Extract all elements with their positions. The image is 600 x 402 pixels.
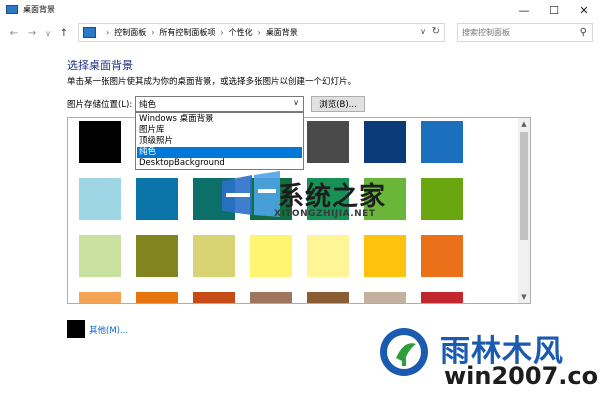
breadcrumb-separator: › — [257, 28, 261, 37]
dropdown-option-top-rated-photos[interactable]: 顶级照片 — [137, 136, 302, 147]
vertical-scrollbar[interactable]: ▲ ▼ — [518, 118, 530, 303]
color-swatch[interactable] — [421, 121, 463, 163]
yulinmufeng-watermark-url: win2007.com — [444, 362, 600, 390]
other-color-swatch[interactable] — [67, 320, 85, 338]
color-swatch[interactable] — [250, 235, 292, 277]
color-swatch[interactable] — [136, 178, 178, 220]
breadcrumb-all-items[interactable]: 所有控制面板项 — [159, 27, 215, 38]
browse-button[interactable]: 浏览(B)... — [311, 96, 365, 112]
color-swatch[interactable] — [250, 292, 292, 303]
refresh-icon[interactable]: ↻ — [432, 26, 440, 37]
breadcrumb-separator: › — [106, 28, 110, 37]
scroll-down-arrow-icon[interactable]: ▼ — [518, 291, 530, 303]
color-swatch[interactable] — [79, 121, 121, 163]
search-input[interactable] — [458, 24, 572, 41]
color-swatch[interactable] — [421, 178, 463, 220]
scrollbar-thumb[interactable] — [520, 132, 528, 240]
forward-arrow-icon[interactable]: → — [25, 26, 39, 40]
color-swatch[interactable] — [79, 235, 121, 277]
dropdown-option-solid-colors[interactable]: 纯色 — [137, 147, 302, 158]
breadcrumb-separator: › — [151, 28, 155, 37]
breadcrumb: › 控制面板 › 所有控制面板项 › 个性化 › 桌面背景 — [101, 27, 298, 38]
chevron-down-icon: ∨ — [293, 98, 299, 107]
picture-location-label: 图片存储位置(L): — [67, 100, 133, 110]
color-swatch[interactable] — [193, 292, 235, 303]
maximize-button[interactable]: ☐ — [539, 0, 569, 20]
breadcrumb-separator: › — [220, 28, 224, 37]
color-swatch[interactable] — [307, 292, 349, 303]
dropdown-option-windows-backgrounds[interactable]: Windows 桌面背景 — [137, 114, 302, 125]
page-title: 选择桌面背景 — [67, 59, 133, 72]
address-dropdown-icon[interactable]: ∨ — [420, 27, 426, 36]
picture-location-dropdown: Windows 桌面背景 图片库 顶级照片 纯色 DesktopBackgrou… — [135, 112, 304, 170]
picture-location-value: 纯色 — [139, 100, 157, 110]
breadcrumb-control-panel[interactable]: 控制面板 — [114, 27, 146, 38]
instructions-text: 单击某一张图片使其成为你的桌面背景，或选择多张图片以创建一个幻灯片。 — [67, 77, 357, 87]
dropdown-option-pictures-library[interactable]: 图片库 — [137, 125, 302, 136]
color-swatch[interactable] — [79, 178, 121, 220]
up-arrow-icon[interactable]: ↑ — [57, 26, 71, 40]
color-swatch[interactable] — [364, 292, 406, 303]
window-title: 桌面背景 — [23, 5, 55, 14]
search-icon[interactable]: ⚲ — [580, 27, 587, 38]
scroll-up-arrow-icon[interactable]: ▲ — [518, 118, 530, 130]
breadcrumb-desktop-background[interactable]: 桌面背景 — [266, 27, 298, 38]
color-swatch[interactable] — [136, 235, 178, 277]
address-bar[interactable]: › 控制面板 › 所有控制面板项 › 个性化 › 桌面背景 ∨ ↻ — [78, 23, 445, 42]
color-swatch[interactable] — [421, 292, 463, 303]
recent-locations-chevron-icon[interactable]: ∨ — [41, 26, 55, 40]
color-swatch[interactable] — [421, 235, 463, 277]
color-swatch[interactable] — [364, 235, 406, 277]
control-panel-icon — [83, 27, 96, 38]
close-button[interactable]: ✕ — [569, 0, 599, 20]
yulinmufeng-logo-icon — [380, 328, 428, 376]
color-swatch[interactable] — [193, 235, 235, 277]
breadcrumb-personalization[interactable]: 个性化 — [229, 27, 253, 38]
back-arrow-icon[interactable]: ← — [7, 26, 21, 40]
control-panel-icon — [6, 5, 18, 14]
dropdown-option-desktop-background[interactable]: DesktopBackground — [137, 158, 302, 169]
other-color-link[interactable]: 其他(M)... — [89, 324, 128, 336]
navigation-bar: ← → ∨ ↑ › 控制面板 › 所有控制面板项 › 个性化 › 桌面背景 ∨ … — [0, 23, 600, 45]
color-swatch[interactable] — [307, 235, 349, 277]
xitongzhijia-watermark-url: XITONGZHIJIA.NET — [274, 209, 376, 219]
xitongzhijia-watermark-title: 系统之家 — [278, 182, 387, 212]
color-swatch[interactable] — [307, 121, 349, 163]
title-bar: 桌面背景 — ☐ ✕ — [0, 0, 600, 20]
color-swatch[interactable] — [364, 121, 406, 163]
picture-location-select[interactable]: 纯色 ∨ — [135, 96, 304, 112]
search-box[interactable]: ⚲ — [457, 23, 593, 42]
minimize-button[interactable]: — — [509, 0, 539, 20]
color-swatch[interactable] — [136, 292, 178, 303]
color-swatch[interactable] — [79, 292, 121, 303]
